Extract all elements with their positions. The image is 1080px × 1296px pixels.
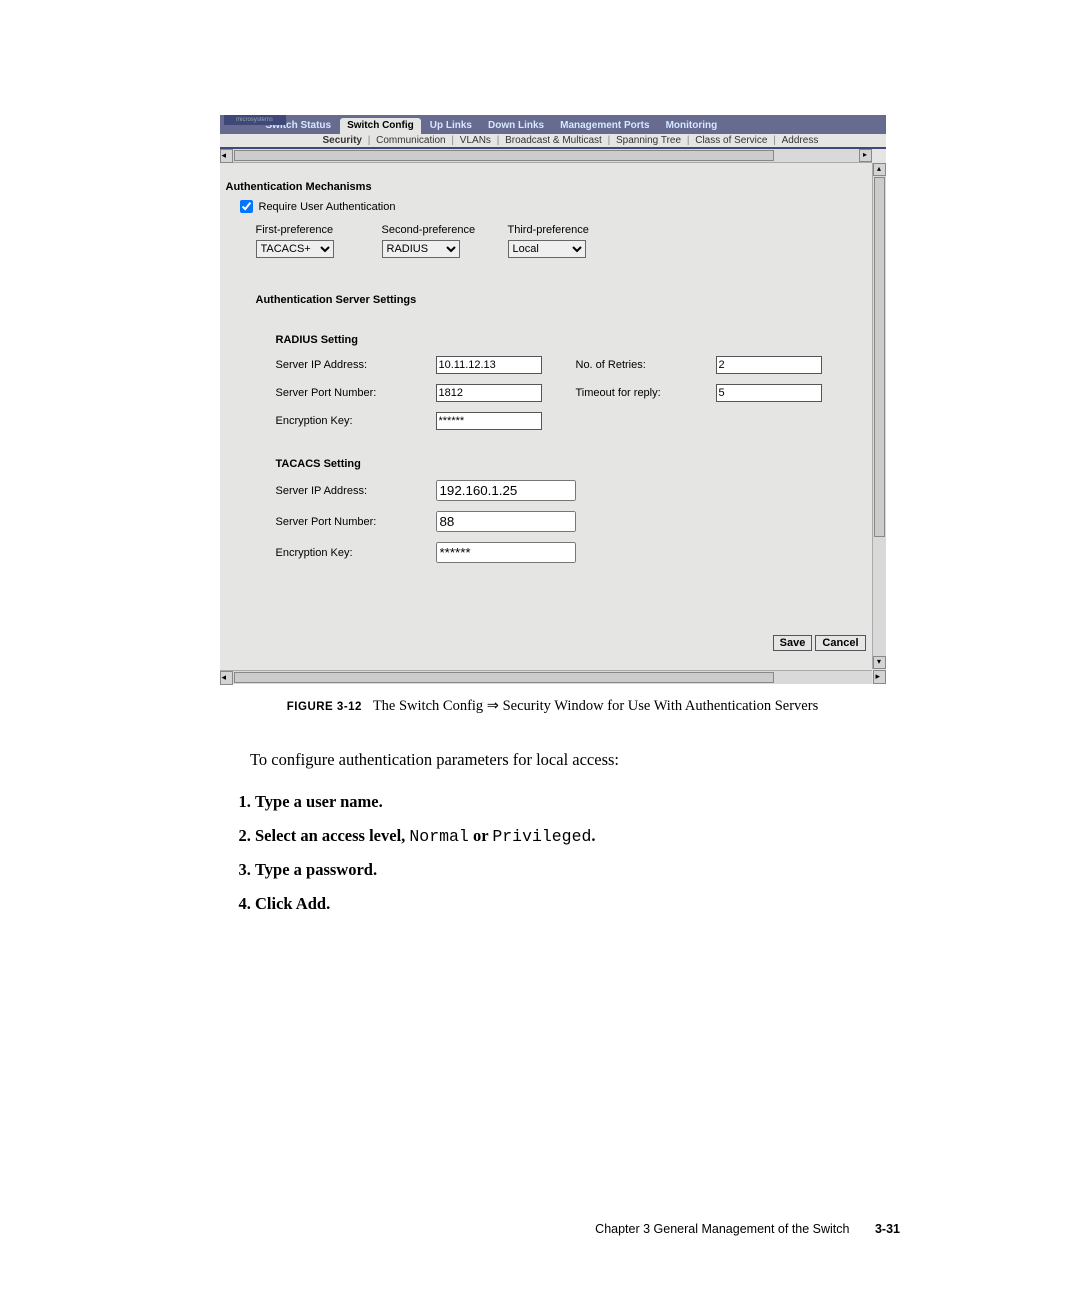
subtab-vlans[interactable]: VLANs [457,135,494,146]
tab-switch-config[interactable]: Switch Config [340,118,421,134]
radius-setting-heading: RADIUS Setting [276,334,866,346]
form-content: Authentication Mechanisms Require User A… [220,163,886,669]
tacacs-fields: Server IP Address: Server Port Number: E… [276,480,866,563]
footer-chapter: Chapter 3 General Management of the Swit… [595,1222,849,1236]
subtab-address[interactable]: Address [779,135,822,146]
figure-caption-text: The Switch Config ⇒ Security Window for … [373,698,818,714]
scroll-arrow-right-icon[interactable] [873,670,886,684]
logo-stub: microsystems [224,115,286,125]
step-3: Type a password. [255,860,950,880]
subtab-cos[interactable]: Class of Service [692,135,770,146]
footer-page-number: 3-31 [875,1222,900,1236]
subtab-security[interactable]: Security [320,135,365,146]
require-user-auth-checkbox[interactable] [240,200,253,213]
radius-timeout-input[interactable] [716,384,822,402]
tacacs-ip-label: Server IP Address: [276,485,436,497]
first-pref-select[interactable]: TACACS+ [256,240,334,258]
radius-retries-input[interactable] [716,356,822,374]
radius-timeout-label: Timeout for reply: [576,387,716,399]
figure-label: FIGURE 3-12 [287,701,362,713]
horizontal-scrollbar-bottom[interactable] [220,670,872,684]
tab-up-links[interactable]: Up Links [423,118,479,134]
page-footer: Chapter 3 General Management of the Swit… [0,1222,1080,1236]
step-2: Select an access level, Normal or Privil… [255,826,950,846]
cancel-button[interactable]: Cancel [815,635,865,651]
second-pref-label: Second-preference [382,224,508,236]
auth-server-settings-heading: Authentication Server Settings [256,294,866,306]
step-1: Type a user name. [255,792,950,812]
tacacs-port-input[interactable] [436,511,576,532]
radius-retries-label: No. of Retries: [576,359,716,371]
second-pref-select[interactable]: RADIUS [382,240,460,258]
figure-caption: FIGURE 3-12 The Switch Config ⇒ Security… [155,698,950,715]
scrollbar-thumb[interactable] [234,150,774,161]
main-tab-bar: microsystems Switch Status Switch Config… [220,115,886,134]
radius-port-input[interactable] [436,384,542,402]
button-row: Save Cancel [773,635,866,651]
tab-monitoring[interactable]: Monitoring [659,118,725,134]
tacacs-setting-heading: TACACS Setting [276,458,866,470]
horizontal-scrollbar-top[interactable] [220,149,872,163]
require-user-auth-label: Require User Authentication [259,201,396,213]
third-pref-label: Third-preference [508,224,634,236]
require-user-auth-row[interactable]: Require User Authentication [236,197,866,216]
subtab-spanning[interactable]: Spanning Tree [613,135,684,146]
radius-key-label: Encryption Key: [276,415,436,427]
auth-mechanisms-heading: Authentication Mechanisms [226,181,866,193]
preference-row: First-preference TACACS+ Second-preferen… [256,224,866,258]
tacacs-port-label: Server Port Number: [276,516,436,528]
step-4: Click Add. [255,894,950,914]
subtab-broadcast[interactable]: Broadcast & Multicast [502,135,605,146]
intro-paragraph: To configure authentication parameters f… [250,749,950,770]
radius-ip-label: Server IP Address: [276,359,436,371]
tacacs-ip-input[interactable] [436,480,576,501]
scroll-arrow-left-icon[interactable] [220,149,233,163]
subtab-communication[interactable]: Communication [373,135,448,146]
tacacs-key-label: Encryption Key: [276,547,436,559]
sub-tab-bar: Security | Communication | VLANs | Broad… [220,134,886,149]
radius-ip-input[interactable] [436,356,542,374]
first-pref-label: First-preference [256,224,382,236]
third-pref-select[interactable]: Local [508,240,586,258]
radius-fields: Server IP Address: No. of Retries: Serve… [276,356,866,430]
radius-key-input[interactable] [436,412,542,430]
tab-down-links[interactable]: Down Links [481,118,551,134]
scrollbar-thumb[interactable] [234,672,774,683]
tacacs-key-input[interactable] [436,542,576,563]
scroll-arrow-left-icon[interactable] [220,671,233,685]
steps-list: Type a user name. Select an access level… [233,792,950,914]
screenshot-switch-config-security: microsystems Switch Status Switch Config… [220,115,886,684]
save-button[interactable]: Save [773,635,813,651]
scroll-arrow-right-icon[interactable] [859,149,872,162]
radius-port-label: Server Port Number: [276,387,436,399]
tab-management-ports[interactable]: Management Ports [553,118,656,134]
